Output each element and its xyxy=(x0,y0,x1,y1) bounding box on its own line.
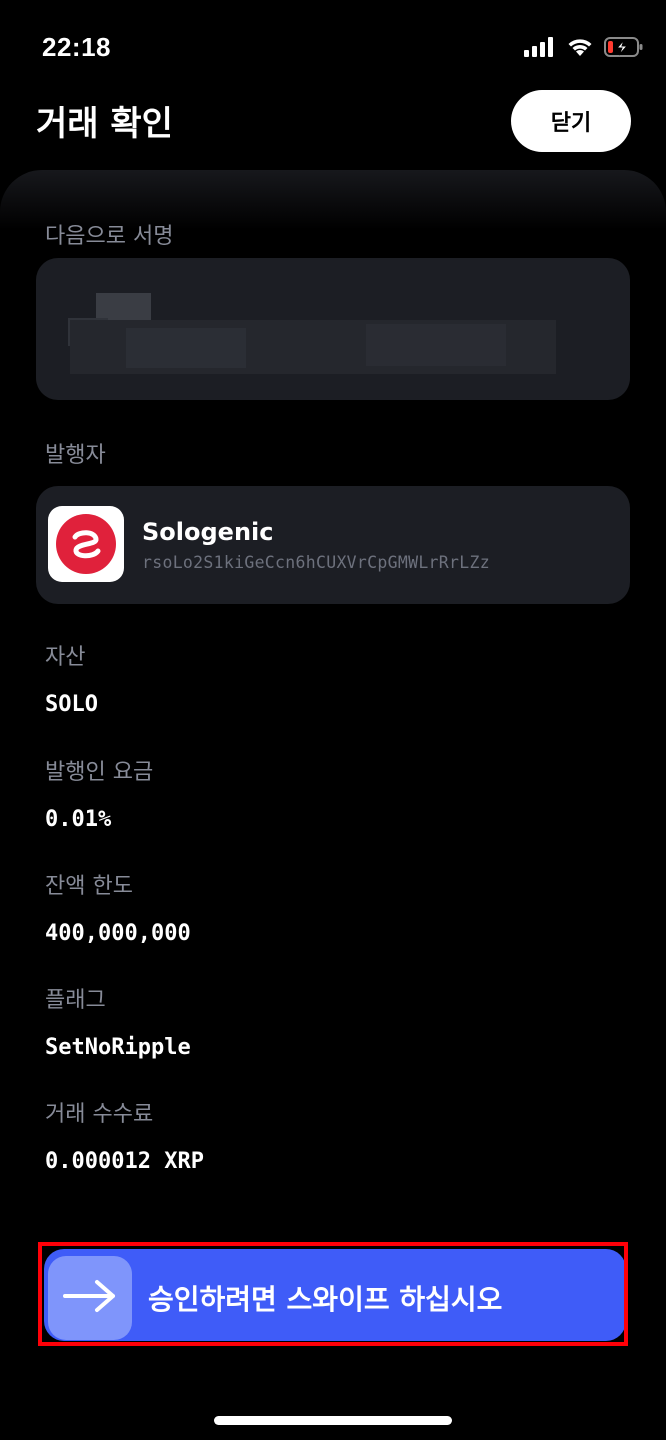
status-time: 22:18 xyxy=(42,32,111,62)
tx-fee-value: 0.000012 XRP xyxy=(45,1149,204,1174)
issuer-name: Sologenic xyxy=(142,518,274,546)
redacted-account-name xyxy=(96,293,151,321)
flags-value: SetNoRipple xyxy=(45,1035,191,1060)
redacted-account-address xyxy=(126,328,246,368)
header: 거래 확인 닫기 xyxy=(0,90,666,170)
highlight-box xyxy=(38,1242,628,1346)
home-indicator xyxy=(214,1416,452,1425)
flags-label: 플래그 xyxy=(45,988,106,1013)
battery-low-charging-icon xyxy=(604,36,644,62)
cellular-signal-icon xyxy=(524,37,556,61)
limit-value: 400,000,000 xyxy=(45,921,191,946)
issuer-fee-value: 0.01% xyxy=(45,807,112,832)
status-bar: 22:18 xyxy=(0,0,666,90)
limit-label: 잔액 한도 xyxy=(45,874,133,899)
redacted-account-address xyxy=(366,324,506,366)
issuer-label: 발행자 xyxy=(45,443,106,468)
wifi-icon xyxy=(566,37,594,61)
issuer-address: rsoLo2S1kiGeCcn6hCUXVrCpGMWLrRrLZz xyxy=(142,553,490,572)
page-title: 거래 확인 xyxy=(36,104,173,144)
signer-label: 다음으로 서명 xyxy=(45,224,174,249)
status-icons xyxy=(524,36,644,62)
close-button[interactable]: 닫기 xyxy=(511,90,631,152)
asset-value: SOLO xyxy=(45,692,98,717)
signer-account-card[interactable] xyxy=(36,258,630,400)
issuer-fee-label: 발행인 요금 xyxy=(45,760,154,785)
sologenic-logo-icon xyxy=(48,506,124,582)
issuer-card[interactable]: Sologenic rsoLo2S1kiGeCcn6hCUXVrCpGMWLrR… xyxy=(36,486,630,604)
tx-fee-label: 거래 수수료 xyxy=(45,1102,154,1127)
asset-label: 자산 xyxy=(45,645,86,670)
